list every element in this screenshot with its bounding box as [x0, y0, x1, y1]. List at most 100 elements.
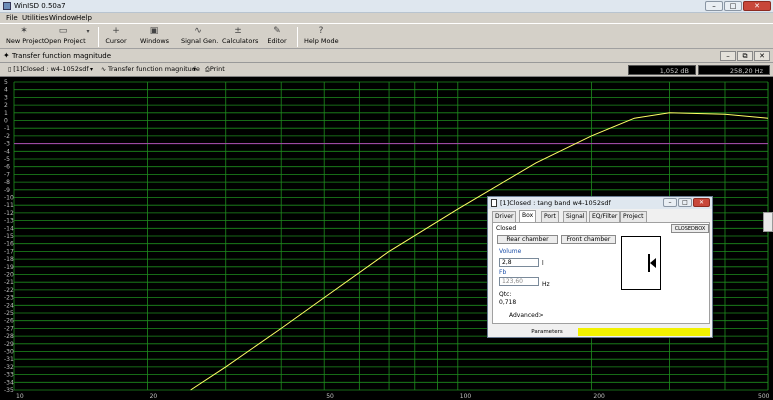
y-tick-label: 0	[4, 118, 8, 125]
y-tick-label: -2	[4, 133, 10, 140]
editor-button[interactable]: ✎ Editor	[266, 26, 288, 48]
tab-box[interactable]: Box	[519, 210, 537, 222]
y-tick-label: -35	[4, 387, 14, 394]
mdi-restore-button[interactable]: ⧉	[737, 51, 753, 61]
x-tick-label: 200	[593, 393, 605, 400]
front-chamber-button[interactable]: Front chamber	[561, 235, 616, 244]
minimize-button[interactable]: –	[705, 1, 723, 11]
qtc-label: Qtc:	[499, 291, 512, 298]
close-button[interactable]: ✕	[743, 1, 771, 11]
y-tick-label: -12	[4, 210, 14, 217]
cursor-button[interactable]: + Cursor	[104, 26, 128, 48]
calculators-icon: ±	[234, 26, 242, 36]
tab-signal[interactable]: Signal	[563, 211, 588, 222]
y-tick-label: -21	[4, 279, 14, 286]
fb-field[interactable]: 123,60	[499, 277, 539, 286]
y-tick-label: -17	[4, 248, 14, 255]
y-tick-label: -27	[4, 325, 14, 332]
volume-label: Volume	[499, 248, 522, 255]
app-icon	[3, 2, 11, 10]
signal-gen-button[interactable]: ∿ Signal Gen.	[181, 26, 218, 48]
graph-type-select[interactable]: ∿ Transfer function magnitude ▾	[99, 64, 200, 76]
status-indicator	[578, 328, 710, 336]
advanced-button[interactable]: Advanced>	[509, 312, 544, 319]
y-tick-label: -24	[4, 302, 14, 309]
toolbar: ✶ New Project ▭ Open Project ▾ + Cursor …	[0, 23, 773, 49]
title-bar: WinISD 0.50a7 – □ ✕	[0, 0, 773, 13]
mdi-title-bar: ✦ Transfer function magnitude – ⧉ ✕	[0, 50, 773, 63]
mdi-minimize-button[interactable]: –	[720, 51, 736, 61]
vertical-scrollbar[interactable]	[763, 212, 773, 232]
y-tick-label: -29	[4, 341, 14, 348]
y-tick-label: 1	[4, 110, 8, 117]
fb-unit: Hz	[542, 281, 550, 288]
y-tick-label: 3	[4, 94, 8, 101]
dialog-status-bar: Parameters	[488, 327, 712, 337]
document-icon	[491, 199, 497, 207]
tab-project[interactable]: Project	[620, 211, 647, 222]
menu-help[interactable]: Help	[76, 14, 92, 22]
new-project-icon: ✶	[20, 26, 28, 36]
y-tick-label: -6	[4, 164, 10, 171]
speaker-icon	[648, 254, 656, 272]
menu-window[interactable]: Window	[49, 14, 77, 22]
y-tick-label: -25	[4, 310, 14, 317]
y-tick-label: -19	[4, 264, 14, 271]
y-tick-label: -13	[4, 218, 14, 225]
status-label: Parameters	[531, 329, 563, 335]
y-tick-label: -28	[4, 333, 14, 340]
help-mode-button[interactable]: ? Help Mode	[304, 26, 339, 48]
chevron-down-icon: ▾	[86, 28, 90, 35]
box-type-button[interactable]: CLOSEDBOX	[671, 224, 709, 233]
window-title: WinISD 0.50a7	[14, 2, 66, 10]
x-tick-label: 20	[150, 393, 158, 400]
dialog-minimize-button[interactable]: –	[663, 198, 677, 207]
box-type-label: Closed	[496, 225, 517, 232]
y-tick-label: 4	[4, 87, 8, 94]
print-button[interactable]: ⎙Print	[203, 64, 235, 76]
y-tick-labels: 543210-1-2-3-4-5-6-7-8-9-10-11-12-13-14-…	[4, 79, 14, 394]
mdi-close-button[interactable]: ✕	[754, 51, 770, 61]
y-tick-label: -9	[4, 187, 10, 194]
dialog-close-button[interactable]: ✕	[693, 198, 710, 207]
pin-icon[interactable]: ✦	[3, 51, 10, 60]
menu-utilities[interactable]: Utilities	[22, 14, 48, 22]
y-tick-label: -23	[4, 295, 14, 302]
dialog-title: [1]Closed : tang band w4-1052sdf	[500, 199, 611, 207]
tab-driver[interactable]: Driver	[492, 211, 517, 222]
project-select[interactable]: ▯ [1]Closed : w4-1052sdf ▾	[6, 64, 94, 76]
x-tick-label: 100	[460, 393, 472, 400]
volume-field[interactable]: 2,8	[499, 258, 539, 267]
fb-label: Fb	[499, 269, 507, 276]
y-tick-label: -22	[4, 287, 14, 294]
y-tick-label: -4	[4, 148, 10, 155]
graph-icon: ∿	[101, 66, 108, 73]
volume-unit: l	[542, 260, 544, 267]
dialog-maximize-button[interactable]: □	[678, 198, 692, 207]
editor-icon: ✎	[273, 26, 281, 36]
maximize-button[interactable]: □	[724, 1, 742, 11]
y-tick-label: 5	[4, 79, 8, 86]
menu-file[interactable]: File	[6, 14, 18, 22]
y-tick-label: -33	[4, 372, 14, 379]
y-tick-label: -8	[4, 179, 10, 186]
rear-chamber-button[interactable]: Rear chamber	[497, 235, 558, 244]
chevron-down-icon: ▾	[192, 66, 196, 73]
tab-port[interactable]: Port	[541, 211, 559, 222]
windows-icon: ▣	[149, 26, 159, 36]
open-project-button[interactable]: ▭ Open Project	[44, 26, 86, 48]
new-project-button[interactable]: ✶ New Project	[6, 26, 44, 48]
cursor-db-readout: 1,052 dB	[628, 65, 696, 75]
tab-eq-filter[interactable]: EQ/Filter	[589, 211, 621, 222]
y-tick-label: -10	[4, 195, 14, 202]
windows-button[interactable]: ▣ Windows	[140, 26, 169, 48]
toolbar-separator	[297, 27, 298, 47]
calculators-button[interactable]: ± Calculators	[222, 26, 258, 48]
project-dialog: [1]Closed : tang band w4-1052sdf – □ ✕ D…	[487, 196, 713, 338]
box-tab-panel: Closed CLOSEDBOX Rear chamber Front cham…	[492, 222, 710, 324]
y-tick-label: -20	[4, 272, 14, 279]
y-tick-label: -30	[4, 349, 14, 356]
y-tick-label: -34	[4, 379, 14, 386]
open-project-dropdown[interactable]: ▾	[84, 26, 92, 48]
dialog-title-bar: [1]Closed : tang band w4-1052sdf – □ ✕	[488, 197, 712, 209]
